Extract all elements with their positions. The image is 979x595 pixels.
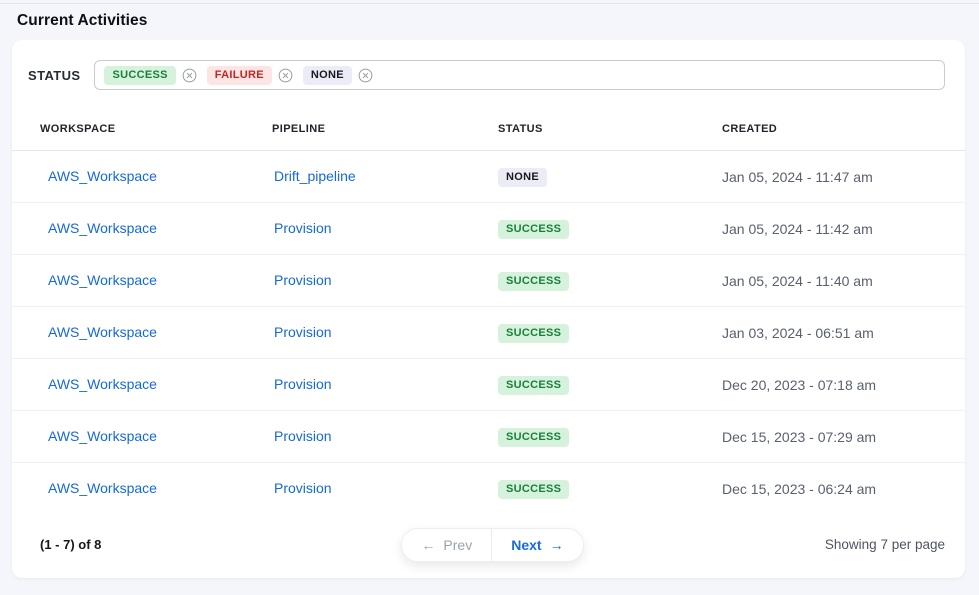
table-row: AWS_Workspace Provision SUCCESS Dec 15, …	[12, 411, 965, 463]
pipeline-link[interactable]: Provision	[274, 480, 332, 496]
column-header-workspace: WORKSPACE	[40, 123, 272, 135]
status-filter-label: STATUS	[28, 68, 80, 83]
activities-card: STATUS SUCCESS FAILURE NONE	[12, 40, 965, 578]
workspace-link[interactable]: AWS_Workspace	[48, 480, 157, 496]
per-page-text: Showing 7 per page	[584, 537, 945, 552]
status-badge: SUCCESS	[498, 220, 569, 239]
status-badge: SUCCESS	[498, 428, 569, 447]
status-badge: SUCCESS	[498, 272, 569, 291]
prev-button-label: Prev	[443, 537, 472, 553]
created-text: Jan 03, 2024 - 06:51 am	[722, 325, 945, 341]
table-header-row: WORKSPACE PIPELINE STATUS CREATED	[12, 90, 965, 151]
status-chip: SUCCESS	[104, 66, 175, 85]
status-filter-chip-group: SUCCESS	[104, 66, 196, 85]
pipeline-link[interactable]: Provision	[274, 220, 332, 236]
chip-remove-icon[interactable]	[278, 68, 293, 83]
pipeline-link[interactable]: Drift_pipeline	[274, 168, 356, 184]
prev-button[interactable]: ← Prev	[402, 529, 492, 561]
created-text: Jan 05, 2024 - 11:47 am	[722, 169, 945, 185]
pipeline-link[interactable]: Provision	[274, 376, 332, 392]
status-filter-chip-group: FAILURE	[207, 66, 293, 85]
table-row: AWS_Workspace Provision SUCCESS Jan 05, …	[12, 203, 965, 255]
status-badge: SUCCESS	[498, 480, 569, 499]
arrow-right-icon: →	[550, 537, 564, 553]
status-chip: NONE	[303, 66, 352, 85]
page-title: Current Activities	[17, 12, 147, 30]
status-filter-input[interactable]: SUCCESS FAILURE NONE	[94, 60, 945, 90]
workspace-link[interactable]: AWS_Workspace	[48, 428, 157, 444]
workspace-link[interactable]: AWS_Workspace	[48, 324, 157, 340]
table-row: AWS_Workspace Provision SUCCESS Dec 15, …	[12, 463, 965, 515]
pipeline-link[interactable]: Provision	[274, 272, 332, 288]
created-text: Jan 05, 2024 - 11:40 am	[722, 273, 945, 289]
status-filter-chip-group: NONE	[303, 66, 373, 85]
next-button-label: Next	[511, 537, 541, 553]
status-badge: SUCCESS	[498, 324, 569, 343]
pipeline-link[interactable]: Provision	[274, 324, 332, 340]
column-header-created: CREATED	[722, 123, 945, 135]
table-row: AWS_Workspace Provision SUCCESS Dec 20, …	[12, 359, 965, 411]
workspace-link[interactable]: AWS_Workspace	[48, 272, 157, 288]
created-text: Dec 15, 2023 - 07:29 am	[722, 429, 945, 445]
workspace-link[interactable]: AWS_Workspace	[48, 168, 157, 184]
top-divider	[0, 3, 979, 4]
table-row: AWS_Workspace Provision SUCCESS Jan 05, …	[12, 255, 965, 307]
chip-remove-icon[interactable]	[358, 68, 373, 83]
created-text: Dec 15, 2023 - 06:24 am	[722, 481, 945, 497]
table-row: AWS_Workspace Provision SUCCESS Jan 03, …	[12, 307, 965, 359]
table-footer: (1 - 7) of 8 ← Prev Next → Showing 7 per…	[12, 515, 965, 578]
next-button[interactable]: Next →	[492, 529, 582, 561]
column-header-pipeline: PIPELINE	[272, 123, 498, 135]
column-header-status: STATUS	[498, 123, 722, 135]
pipeline-link[interactable]: Provision	[274, 428, 332, 444]
table-row: AWS_Workspace Drift_pipeline NONE Jan 05…	[12, 151, 965, 203]
pager: ← Prev Next →	[401, 528, 583, 562]
arrow-left-icon: ←	[421, 537, 435, 553]
status-badge: SUCCESS	[498, 376, 569, 395]
workspace-link[interactable]: AWS_Workspace	[48, 220, 157, 236]
created-text: Dec 20, 2023 - 07:18 am	[722, 377, 945, 393]
workspace-link[interactable]: AWS_Workspace	[48, 376, 157, 392]
status-chip: FAILURE	[207, 66, 272, 85]
status-filter-row: STATUS SUCCESS FAILURE NONE	[12, 40, 965, 90]
chip-remove-icon[interactable]	[182, 68, 197, 83]
table-body: AWS_Workspace Drift_pipeline NONE Jan 05…	[12, 151, 965, 515]
created-text: Jan 05, 2024 - 11:42 am	[722, 221, 945, 237]
pagination-range: (1 - 7) of 8	[40, 537, 401, 552]
status-badge: NONE	[498, 168, 547, 187]
